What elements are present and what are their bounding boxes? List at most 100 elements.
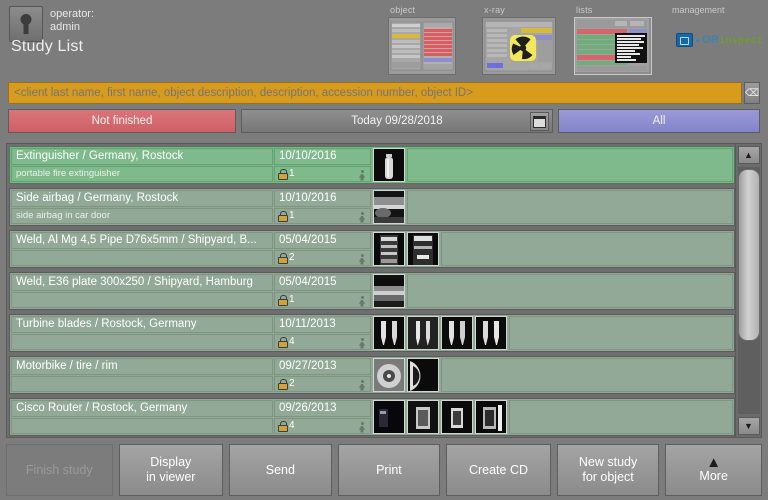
- row-object-name: Cisco Router / Rostock, Germany: [11, 400, 273, 417]
- extinguisher-xray-thumbnail[interactable]: [373, 148, 405, 182]
- study-list-rows: Extinguisher / Germany, Rostock 10/10/20…: [7, 144, 735, 437]
- calendar-icon[interactable]: [530, 112, 549, 131]
- print-button[interactable]: Print: [337, 444, 441, 496]
- filter-today-label: Today 09/28/2018: [351, 115, 443, 127]
- row-text-block: Turbine blades / Rostock, Germany 10/11/…: [10, 315, 372, 351]
- row-description: side airbag in car door: [11, 207, 273, 224]
- table-row[interactable]: Turbine blades / Rostock, Germany 10/11/…: [9, 314, 735, 352]
- bottom-toolbar: Finish study Display in viewer Send Prin…: [0, 440, 768, 500]
- router-xray-4-thumbnail[interactable]: [475, 400, 507, 434]
- filter-today[interactable]: Today 09/28/2018: [241, 109, 553, 133]
- header-tile-lists[interactable]: lists: [574, 5, 652, 75]
- row-meta: 1: [274, 207, 371, 224]
- lock-icon: [278, 421, 288, 433]
- row-image-count: 1: [289, 210, 295, 222]
- row-thumbnails: [372, 189, 734, 225]
- lock-icon: [278, 253, 288, 265]
- filter-not-finished[interactable]: Not finished: [8, 109, 236, 133]
- row-description: [11, 291, 273, 308]
- row-date: 10/10/2016: [274, 190, 371, 207]
- create-cd-button[interactable]: Create CD: [446, 444, 551, 496]
- lists-preview-thumbnail[interactable]: [574, 17, 652, 75]
- xray-preview-thumbnail[interactable]: [482, 17, 556, 75]
- row-text-block: Weld, Al Mg 4,5 Pipe D76x5mm / Shipyard,…: [10, 231, 372, 267]
- row-description: [11, 375, 273, 392]
- weld-plate-xray-thumbnail[interactable]: [373, 274, 405, 308]
- orinspect-logo[interactable]: ORinspect: [676, 33, 763, 47]
- row-text-block: Weld, E36 plate 300x250 / Shipyard, Hamb…: [10, 273, 372, 309]
- brand-suffix: inspect: [719, 35, 764, 47]
- row-description: portable fire extinguisher: [11, 165, 273, 182]
- search-clear-button[interactable]: ⌫: [744, 82, 760, 104]
- row-thumbnails: [372, 315, 734, 351]
- row-image-count: 1: [289, 168, 295, 180]
- row-date: 09/27/2013: [274, 358, 371, 375]
- router-xray-1-thumbnail[interactable]: [373, 400, 405, 434]
- row-date: 09/26/2013: [274, 400, 371, 417]
- turbine-blade-2-thumbnail[interactable]: [407, 316, 439, 350]
- finish-study-button[interactable]: Finish study: [6, 444, 113, 496]
- list-scrollbar[interactable]: ▲ ▼: [735, 144, 761, 437]
- turbine-blade-1-thumbnail[interactable]: [373, 316, 405, 350]
- scroll-up-button[interactable]: ▲: [737, 146, 760, 164]
- row-object-name: Weld, Al Mg 4,5 Pipe D76x5mm / Shipyard,…: [11, 232, 273, 249]
- scroll-down-button[interactable]: ▼: [737, 417, 760, 435]
- row-text-block: Extinguisher / Germany, Rostock 10/10/20…: [10, 147, 372, 183]
- turbine-blade-4-thumbnail[interactable]: [475, 316, 507, 350]
- header-tile-object[interactable]: object: [388, 5, 456, 75]
- study-list-app: operator: admin Study List object x-ray …: [0, 0, 768, 500]
- display-in-viewer-label-1: Display: [150, 455, 192, 469]
- motorbike-tire-thumbnail[interactable]: [373, 358, 405, 392]
- row-thumbnails: [372, 273, 734, 309]
- object-preview-thumbnail[interactable]: [388, 17, 456, 75]
- orinspect-logo-icon: [676, 33, 693, 47]
- table-row[interactable]: Extinguisher / Germany, Rostock 10/10/20…: [9, 146, 735, 184]
- row-meta: 4: [274, 417, 371, 434]
- person-icon: [359, 379, 365, 391]
- row-thumbnails: [372, 357, 734, 393]
- operator-text: operator: admin: [50, 6, 94, 34]
- row-image-count: 2: [289, 252, 295, 264]
- header-tile-xray[interactable]: x-ray: [482, 5, 556, 75]
- row-description: [11, 249, 273, 266]
- table-row[interactable]: Weld, Al Mg 4,5 Pipe D76x5mm / Shipyard,…: [9, 230, 735, 268]
- filter-not-finished-label: Not finished: [91, 115, 153, 127]
- row-text-block: Motorbike / tire / rim 09/27/2013 2: [10, 357, 372, 393]
- row-thumb-spacer: [441, 232, 733, 266]
- row-thumb-spacer: [509, 400, 733, 434]
- person-icon: [359, 169, 365, 181]
- operator-name: admin: [50, 21, 80, 33]
- table-row[interactable]: Weld, E36 plate 300x250 / Shipyard, Hamb…: [9, 272, 735, 310]
- display-in-viewer-label-2: in viewer: [146, 470, 196, 484]
- weld-pipe-xray-2-thumbnail[interactable]: [407, 232, 439, 266]
- table-row[interactable]: Cisco Router / Rostock, Germany 09/26/20…: [9, 398, 735, 436]
- scrollbar-track[interactable]: [737, 167, 760, 414]
- person-icon: [359, 253, 365, 265]
- header-tile-object-label: object: [390, 5, 416, 15]
- operator-label: operator:: [50, 8, 95, 20]
- row-text-block: Cisco Router / Rostock, Germany 09/26/20…: [10, 399, 372, 435]
- weld-pipe-xray-1-thumbnail[interactable]: [373, 232, 405, 266]
- turbine-blade-3-thumbnail[interactable]: [441, 316, 473, 350]
- row-object-name: Side airbag / Germany, Rostock: [11, 190, 273, 207]
- motorbike-rim-thumbnail[interactable]: [407, 358, 439, 392]
- table-row[interactable]: Motorbike / tire / rim 09/27/2013 2: [9, 356, 735, 394]
- search-input[interactable]: [8, 82, 742, 104]
- row-text-block: Side airbag / Germany, Rostock 10/10/201…: [10, 189, 372, 225]
- row-object-name: Weld, E36 plate 300x250 / Shipyard, Hamb…: [11, 274, 273, 291]
- new-study-for-object-button[interactable]: New study for object: [556, 444, 660, 496]
- row-image-count: 1: [289, 294, 295, 306]
- router-xray-2-thumbnail[interactable]: [407, 400, 439, 434]
- filter-all[interactable]: All: [558, 109, 760, 133]
- router-xray-3-thumbnail[interactable]: [441, 400, 473, 434]
- scrollbar-thumb[interactable]: [737, 169, 760, 341]
- lock-icon: [278, 379, 288, 391]
- send-button[interactable]: Send: [229, 444, 332, 496]
- table-row[interactable]: Side airbag / Germany, Rostock 10/10/201…: [9, 188, 735, 226]
- person-icon: [359, 295, 365, 307]
- airbag-xray-thumbnail[interactable]: [373, 190, 405, 224]
- more-button[interactable]: ▲ More: [665, 444, 762, 496]
- row-thumb-spacer: [407, 274, 733, 308]
- display-in-viewer-button[interactable]: Display in viewer: [118, 444, 224, 496]
- row-object-name: Turbine blades / Rostock, Germany: [11, 316, 273, 333]
